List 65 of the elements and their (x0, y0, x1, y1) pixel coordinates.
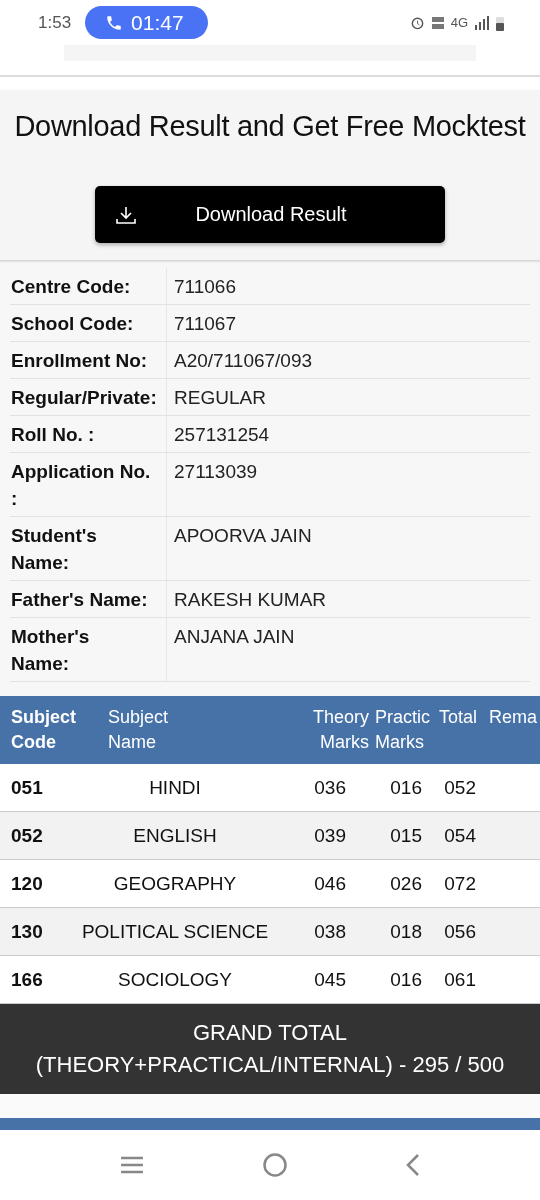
grand-total-value: (THEORY+PRACTICAL/INTERNAL) - 295 / 500 (35, 1051, 505, 1079)
field-value: A20/711067/093 (173, 349, 313, 373)
table-cell-text: 061 (443, 968, 476, 991)
table-cell-text: 130 (10, 920, 44, 943)
table-cell-text: 072 (443, 872, 476, 895)
field-value: RAKESH KUMAR (173, 588, 327, 612)
column-header: Subject Name (107, 706, 170, 754)
download-icon (115, 204, 137, 225)
field-value: 27113039 (173, 460, 258, 484)
alarm-icon (409, 15, 425, 30)
field-label: Regular/Private: (10, 379, 167, 415)
field-value: ANJANA JAIN (173, 625, 295, 649)
grand-total-heading: GRAND TOTAL (192, 1019, 347, 1047)
back-icon[interactable] (405, 1153, 422, 1177)
table-cell-text: 039 (313, 824, 346, 847)
field-label: Application No. : (10, 453, 167, 516)
table-cell-text: GEOGRAPHY (112, 872, 238, 895)
table-cell: POLITICAL SCIENCE (80, 920, 270, 943)
field-value: 711067 (173, 312, 236, 336)
column-header: Rema (488, 706, 535, 729)
table-cell-text: 038 (313, 920, 346, 943)
table-cell-text: 036 (313, 776, 346, 799)
download-result-button[interactable]: Download Result (95, 186, 445, 243)
field-label: Student's Name: (10, 517, 167, 580)
field-value: 257131254 (173, 423, 270, 447)
table-cell-text: 054 (443, 824, 476, 847)
phone-icon (105, 13, 124, 32)
table-cell-text: 052 (10, 824, 44, 847)
table-cell-text: ENGLISH (132, 824, 218, 847)
table-cell-text: 120 (10, 872, 44, 895)
table-cell-text: SOCIOLOGY (117, 968, 233, 991)
battery-icon (496, 14, 504, 31)
column-header: Total (438, 706, 479, 729)
field-label: Mother's Name: (10, 618, 167, 681)
field-label: Roll No. : (10, 416, 167, 452)
field-label: Enrollment No: (10, 342, 167, 378)
field-label: School Code: (10, 305, 167, 341)
table-cell-text: 016 (389, 776, 422, 799)
table-cell-text: 052 (443, 776, 476, 799)
call-timer[interactable]: 01:47 (85, 6, 208, 39)
field-label: Father's Name: (10, 581, 167, 617)
column-header: Practic Marks (374, 706, 431, 754)
table-cell-text: 056 (443, 920, 476, 943)
table-cell-text: 026 (389, 872, 422, 895)
volte-icon (430, 15, 445, 30)
table-cell-text: 045 (313, 968, 346, 991)
column-header: Theory Marks (311, 706, 369, 754)
field-label: Centre Code: (10, 268, 167, 304)
table-cell-text: 166 (10, 968, 44, 991)
field-value: REGULAR (173, 386, 266, 410)
table-cell-text: HINDI (148, 776, 202, 799)
table-cell-text: 046 (313, 872, 346, 895)
column-header: Subject Code (10, 706, 77, 754)
home-icon[interactable] (262, 1152, 288, 1178)
network-type: 4G (450, 15, 468, 30)
menu-icon[interactable] (118, 1155, 145, 1175)
table-cell-text: 018 (389, 920, 422, 943)
table-cell-text: 016 (389, 968, 422, 991)
table-cell-text: 015 (389, 824, 422, 847)
signal-icon (474, 15, 490, 30)
clock-time: 1:53 (38, 12, 72, 33)
table-cell-text: 051 (10, 776, 44, 799)
page-title: Download Result and Get Free Mocktest (14, 110, 526, 143)
field-value: APOORVA JAIN (173, 524, 312, 548)
field-value: 711066 (173, 275, 236, 299)
